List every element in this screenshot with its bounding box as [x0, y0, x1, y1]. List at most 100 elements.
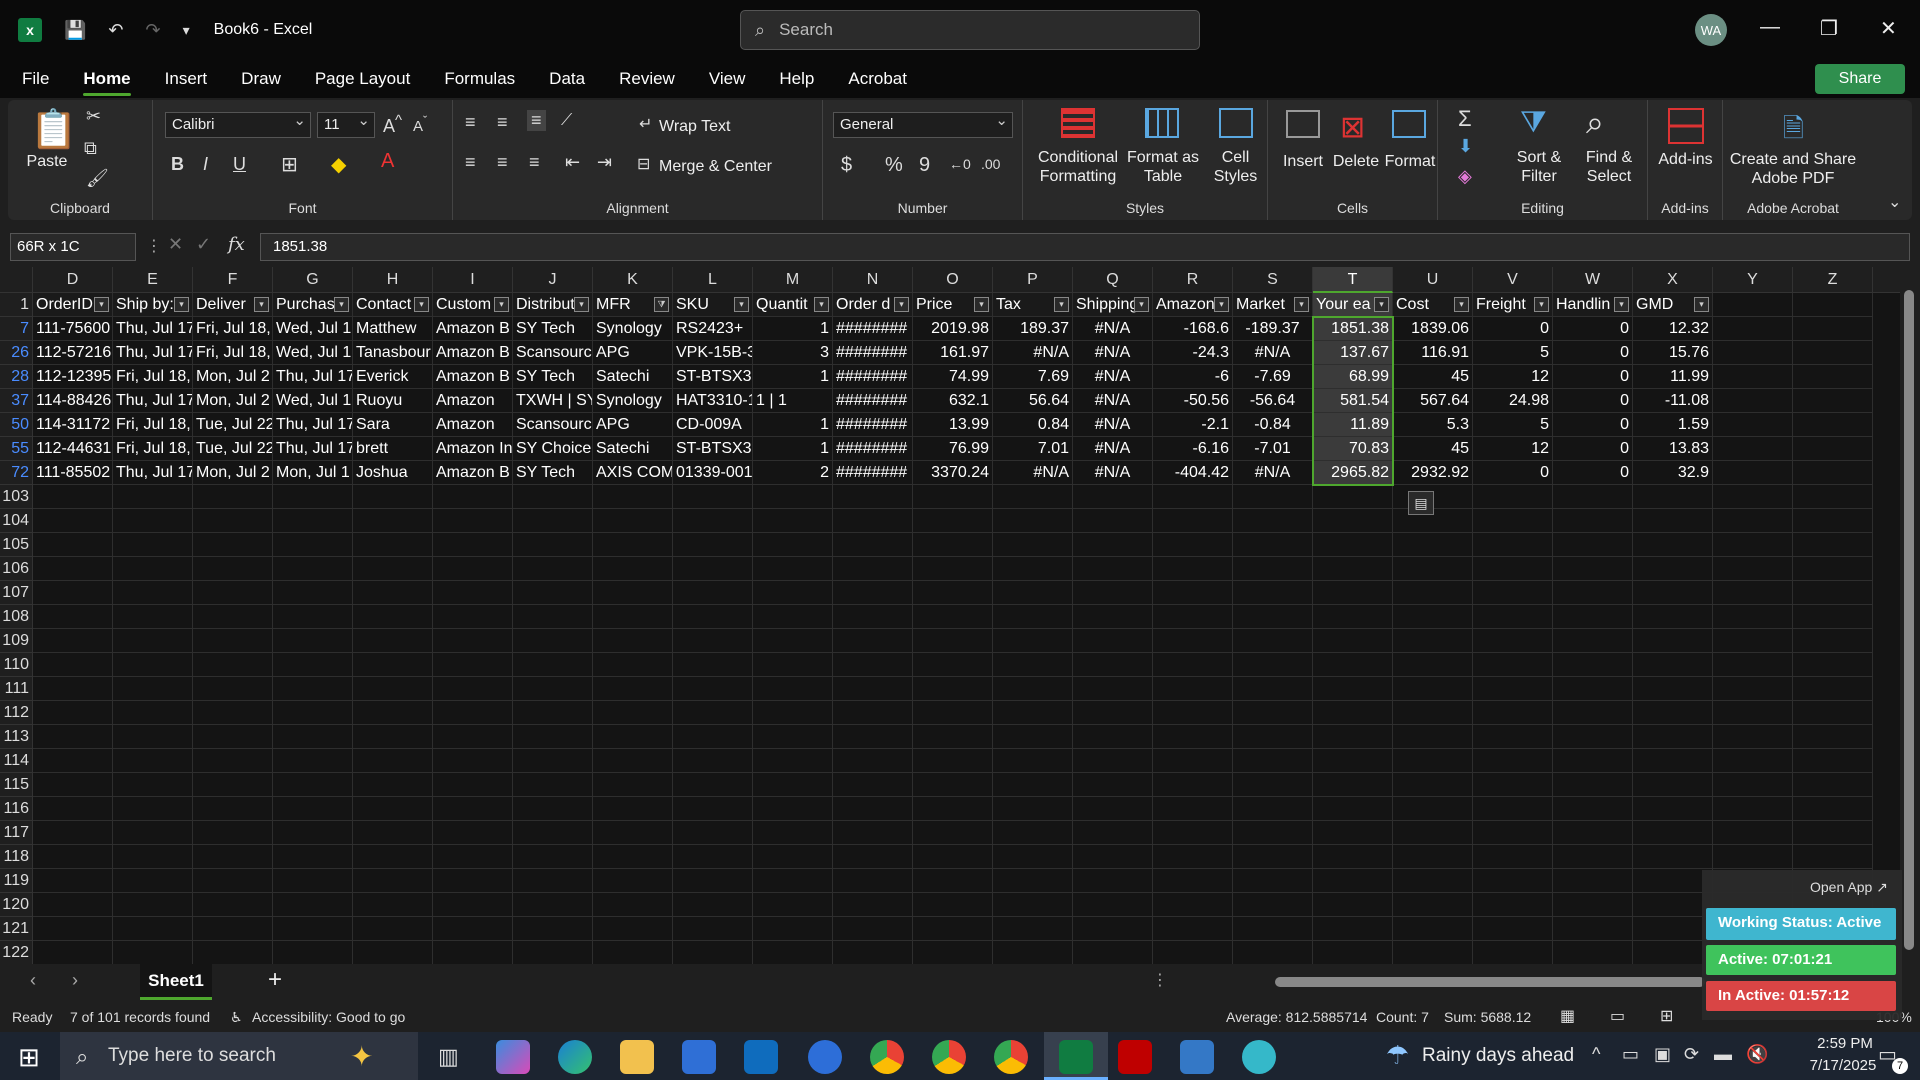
row-header[interactable]: 111: [0, 677, 33, 701]
empty-cell[interactable]: [1393, 869, 1473, 893]
tab-insert[interactable]: Insert: [148, 60, 225, 98]
empty-cell[interactable]: [913, 485, 993, 509]
filezilla-icon[interactable]: [1118, 1040, 1152, 1074]
empty-cell[interactable]: [833, 557, 913, 581]
empty-cell[interactable]: [1153, 581, 1233, 605]
column-header-y[interactable]: Y: [1713, 267, 1793, 293]
empty-cell[interactable]: [513, 869, 593, 893]
empty-cell[interactable]: [193, 869, 273, 893]
empty-cell[interactable]: [513, 485, 593, 509]
table-header-cell[interactable]: Contact ▾: [353, 293, 433, 317]
table-cell[interactable]: 1.59: [1633, 413, 1713, 437]
search-box[interactable]: ⌕ Search: [740, 10, 1200, 50]
empty-cell[interactable]: [193, 509, 273, 533]
empty-cell[interactable]: [273, 485, 353, 509]
empty-cell[interactable]: [433, 701, 513, 725]
empty-cell[interactable]: [913, 677, 993, 701]
table-cell[interactable]: 24.98: [1473, 389, 1553, 413]
empty-cell[interactable]: [993, 653, 1073, 677]
empty-cell[interactable]: [1153, 749, 1233, 773]
empty-cell[interactable]: [433, 653, 513, 677]
table-cell[interactable]: #N/A: [1073, 413, 1153, 437]
empty-cell[interactable]: [1393, 557, 1473, 581]
table-cell[interactable]: 1: [753, 413, 833, 437]
empty-cell[interactable]: [913, 725, 993, 749]
empty-cell[interactable]: [1233, 629, 1313, 653]
table-cell[interactable]: 0: [1553, 341, 1633, 365]
empty-cell[interactable]: [1393, 629, 1473, 653]
empty-cell[interactable]: [1153, 941, 1233, 964]
empty-cell[interactable]: [993, 605, 1073, 629]
table-cell[interactable]: -50.56: [1153, 389, 1233, 413]
empty-cell[interactable]: [273, 941, 353, 964]
table-cell[interactable]: 15.76: [1633, 341, 1713, 365]
tab-page-layout[interactable]: Page Layout: [298, 60, 427, 98]
empty-cell[interactable]: [1153, 845, 1233, 869]
empty-cell[interactable]: [513, 701, 593, 725]
empty-cell[interactable]: [833, 725, 913, 749]
table-cell[interactable]: -0.84: [1233, 413, 1313, 437]
empty-cell[interactable]: [1233, 893, 1313, 917]
empty-cell[interactable]: [1153, 773, 1233, 797]
store-icon[interactable]: [682, 1040, 716, 1074]
empty-cell[interactable]: [1793, 629, 1873, 653]
network-icon[interactable]: ▭: [1622, 1044, 1639, 1065]
empty-cell[interactable]: [113, 653, 193, 677]
filter-dropdown-icon[interactable]: ▾: [574, 297, 589, 312]
table-cell[interactable]: -7.01: [1233, 437, 1313, 461]
table-cell[interactable]: #N/A: [993, 341, 1073, 365]
empty-cell[interactable]: [1713, 437, 1793, 461]
filter-dropdown-icon[interactable]: ▾: [894, 297, 909, 312]
empty-cell[interactable]: [1713, 653, 1793, 677]
empty-cell[interactable]: [433, 821, 513, 845]
empty-cell[interactable]: [753, 677, 833, 701]
column-header-l[interactable]: L: [673, 267, 753, 293]
empty-cell[interactable]: [113, 701, 193, 725]
table-cell[interactable]: 1: [753, 365, 833, 389]
empty-cell[interactable]: [913, 773, 993, 797]
empty-cell[interactable]: [1713, 365, 1793, 389]
empty-cell[interactable]: [193, 581, 273, 605]
empty-cell[interactable]: [33, 773, 113, 797]
table-cell[interactable]: ST-BTSX3N: [673, 365, 753, 389]
empty-cell[interactable]: [1073, 677, 1153, 701]
tab-acrobat[interactable]: Acrobat: [831, 60, 924, 98]
table-cell[interactable]: 112-44631: [33, 437, 113, 461]
empty-cell[interactable]: [1793, 701, 1873, 725]
empty-cell[interactable]: [513, 773, 593, 797]
empty-cell[interactable]: [913, 869, 993, 893]
table-cell[interactable]: Thu, Jul 17: [273, 437, 353, 461]
empty-cell[interactable]: [273, 917, 353, 941]
empty-cell[interactable]: [1713, 461, 1793, 485]
align-middle-icon[interactable]: ≡: [497, 112, 508, 133]
filter-dropdown-icon[interactable]: ▾: [94, 297, 109, 312]
empty-cell[interactable]: [593, 581, 673, 605]
empty-cell[interactable]: [1553, 605, 1633, 629]
empty-cell[interactable]: [1233, 605, 1313, 629]
font-name-combo[interactable]: Calibri: [165, 109, 311, 138]
empty-cell[interactable]: [1313, 917, 1393, 941]
empty-cell[interactable]: [273, 533, 353, 557]
empty-cell[interactable]: [513, 749, 593, 773]
empty-cell[interactable]: [1473, 485, 1553, 509]
table-cell[interactable]: 68.99: [1313, 365, 1393, 389]
align-top-icon[interactable]: ≡: [465, 112, 476, 133]
empty-cell[interactable]: [1713, 293, 1793, 317]
empty-cell[interactable]: [33, 893, 113, 917]
empty-cell[interactable]: [33, 557, 113, 581]
empty-cell[interactable]: [1713, 413, 1793, 437]
empty-cell[interactable]: [913, 749, 993, 773]
table-cell[interactable]: 0: [1473, 317, 1553, 341]
empty-cell[interactable]: [753, 773, 833, 797]
table-cell[interactable]: 111-85502: [33, 461, 113, 485]
empty-cell[interactable]: [113, 917, 193, 941]
table-cell[interactable]: ########: [833, 389, 913, 413]
empty-cell[interactable]: [593, 749, 673, 773]
cancel-icon[interactable]: ✕: [168, 234, 183, 255]
empty-cell[interactable]: [993, 533, 1073, 557]
table-cell[interactable]: 45: [1393, 365, 1473, 389]
empty-cell[interactable]: [673, 701, 753, 725]
empty-cell[interactable]: [273, 749, 353, 773]
empty-cell[interactable]: [1153, 629, 1233, 653]
empty-cell[interactable]: [513, 941, 593, 964]
